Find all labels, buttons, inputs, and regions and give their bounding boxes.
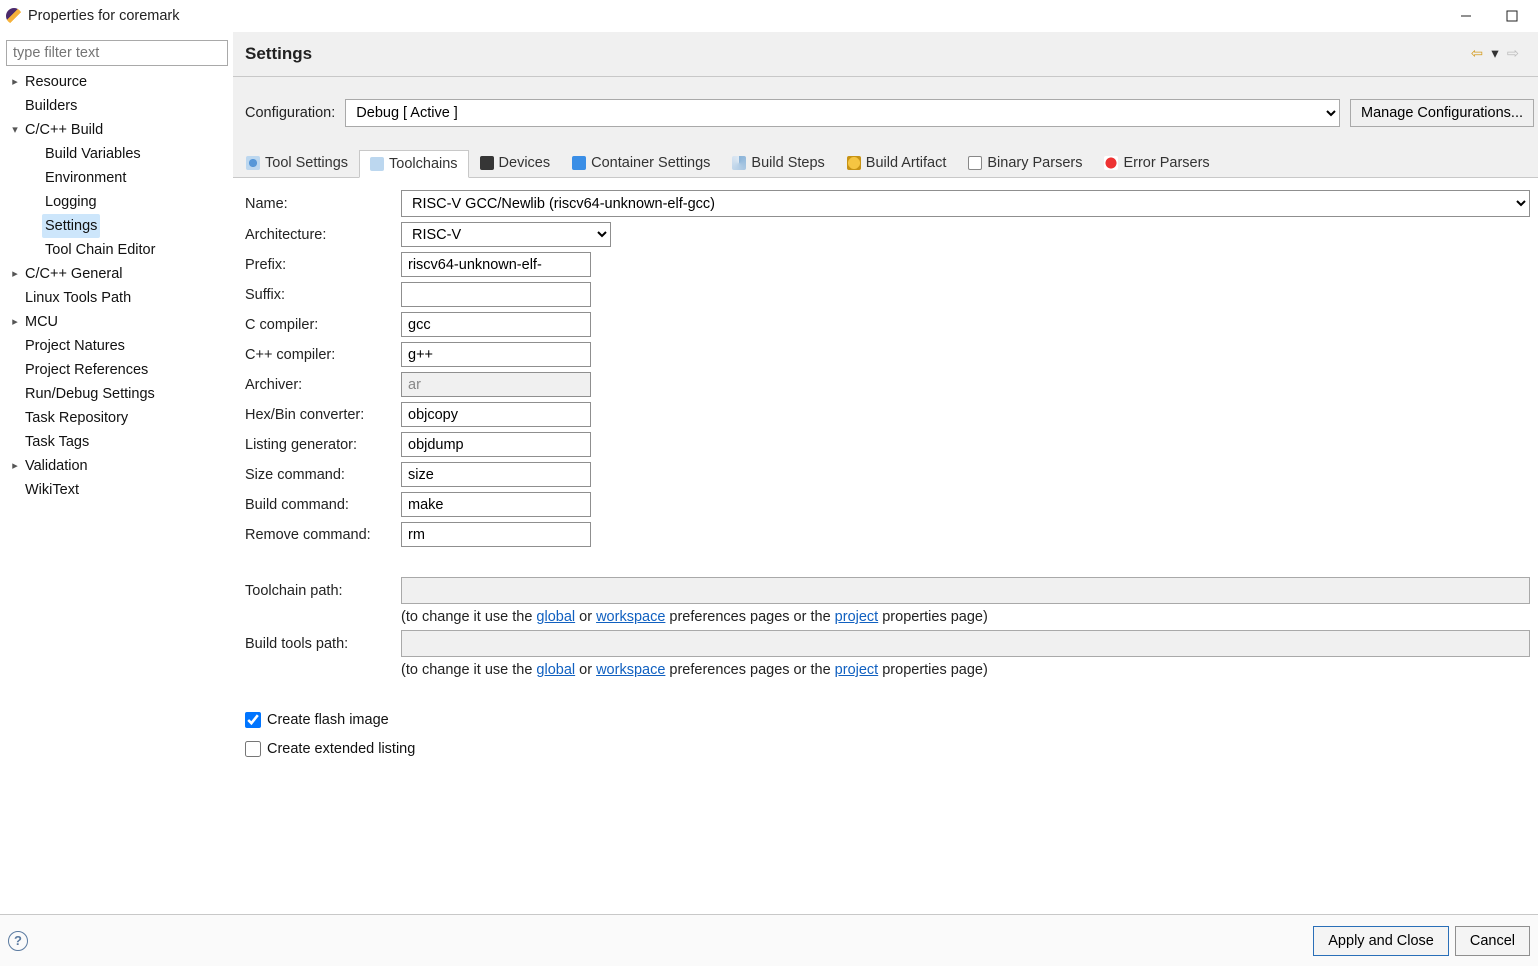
tree-item-validation[interactable]: ▸Validation [4, 454, 229, 478]
configuration-label: Configuration: [245, 105, 335, 121]
tab-binary-parsers[interactable]: Binary Parsers [957, 149, 1093, 177]
main-panel: Settings ⇦ ▾ ⇨ Configuration: Debug [ Ac… [233, 32, 1538, 914]
archiver-label: Archiver: [245, 377, 397, 393]
tree-item-environment[interactable]: Environment [24, 166, 229, 190]
suffix-input[interactable] [401, 282, 591, 307]
toolchain-path-hint: (to change it use the global or workspac… [401, 609, 1530, 625]
hexbin-label: Hex/Bin converter: [245, 407, 397, 423]
size-input[interactable] [401, 462, 591, 487]
listing-label: Listing generator: [245, 437, 397, 453]
window-controls [1456, 6, 1532, 26]
c-compiler-label: C compiler: [245, 317, 397, 333]
help-icon[interactable]: ? [8, 931, 28, 951]
tree-item-build-variables[interactable]: Build Variables [24, 142, 229, 166]
remove-cmd-input[interactable] [401, 522, 591, 547]
tree-item-project-natures[interactable]: Project Natures [4, 334, 229, 358]
tree-item-task-repository[interactable]: Task Repository [4, 406, 229, 430]
tree-item-ccgeneral[interactable]: ▸C/C++ General [4, 262, 229, 286]
binary-parsers-icon [968, 156, 982, 170]
forward-icon[interactable]: ⇨ [1506, 47, 1520, 61]
toolchain-path-input [401, 577, 1530, 604]
listing-input[interactable] [401, 432, 591, 457]
toolchains-icon [370, 157, 384, 171]
build-tools-path-label: Build tools path: [245, 636, 397, 652]
build-steps-icon [732, 156, 746, 170]
build-artifact-icon [847, 156, 861, 170]
link-workspace[interactable]: workspace [596, 609, 665, 625]
tab-error-parsers[interactable]: Error Parsers [1093, 149, 1220, 177]
container-icon [572, 156, 586, 170]
eclipse-icon [6, 8, 22, 24]
tab-toolchains[interactable]: Toolchains [359, 150, 469, 178]
tab-bar: Tool Settings Toolchains Devices Contain… [233, 149, 1538, 177]
footer: ? Apply and Close Cancel [0, 914, 1538, 966]
size-label: Size command: [245, 467, 397, 483]
main-header: Settings ⇦ ▾ ⇨ [233, 32, 1538, 77]
tree-item-logging[interactable]: Logging [24, 190, 229, 214]
suffix-label: Suffix: [245, 287, 397, 303]
tab-devices[interactable]: Devices [469, 149, 562, 177]
manage-configurations-button[interactable]: Manage Configurations... [1350, 99, 1534, 127]
title-bar: Properties for coremark [0, 0, 1538, 32]
architecture-label: Architecture: [245, 227, 397, 243]
create-extended-listing-row[interactable]: Create extended listing [245, 737, 1530, 761]
tree-item-wikitext[interactable]: WikiText [4, 478, 229, 502]
tab-build-artifact[interactable]: Build Artifact [836, 149, 958, 177]
build-tools-path-input [401, 630, 1530, 657]
link-global[interactable]: global [536, 609, 575, 625]
dropdown-icon[interactable]: ▾ [1488, 47, 1502, 61]
tree-item-settings[interactable]: Settings [24, 214, 229, 238]
cpp-compiler-input[interactable] [401, 342, 591, 367]
prefix-input[interactable] [401, 252, 591, 277]
link-workspace-2[interactable]: workspace [596, 662, 665, 678]
c-compiler-input[interactable] [401, 312, 591, 337]
architecture-select[interactable]: RISC-V [401, 222, 611, 247]
create-flash-image-row[interactable]: Create flash image [245, 708, 1530, 732]
tree-item-tool-chain-editor[interactable]: Tool Chain Editor [24, 238, 229, 262]
cancel-button[interactable]: Cancel [1455, 926, 1530, 956]
window-title: Properties for coremark [28, 8, 1456, 24]
filter-input[interactable] [6, 40, 228, 66]
configuration-select[interactable]: Debug [ Active ] [345, 99, 1340, 127]
build-cmd-input[interactable] [401, 492, 591, 517]
configuration-bar: Configuration: Debug [ Active ] Manage C… [233, 77, 1538, 149]
tool-settings-icon [246, 156, 260, 170]
tab-container-settings[interactable]: Container Settings [561, 149, 721, 177]
cpp-compiler-label: C++ compiler: [245, 347, 397, 363]
tree-item-ccbuild[interactable]: ▾C/C++ Build [4, 118, 229, 142]
tree-item-linux-tools-path[interactable]: Linux Tools Path [4, 286, 229, 310]
archiver-input [401, 372, 591, 397]
devices-icon [480, 156, 494, 170]
page-title: Settings [245, 44, 1470, 64]
build-tools-path-hint: (to change it use the global or workspac… [401, 662, 1530, 678]
tab-tool-settings[interactable]: Tool Settings [235, 149, 359, 177]
prefix-label: Prefix: [245, 257, 397, 273]
tree-item-resource[interactable]: ▸Resource [4, 70, 229, 94]
tree-item-mcu[interactable]: ▸MCU [4, 310, 229, 334]
maximize-button[interactable] [1502, 6, 1522, 26]
properties-tree: ▸Resource Builders ▾C/C++ Build Build Va… [4, 70, 229, 502]
tree-item-builders[interactable]: Builders [4, 94, 229, 118]
hexbin-input[interactable] [401, 402, 591, 427]
tab-body: Name: RISC-V GCC/Newlib (riscv64-unknown… [233, 177, 1538, 914]
tree-item-task-tags[interactable]: Task Tags [4, 430, 229, 454]
create-flash-image-checkbox[interactable] [245, 712, 261, 728]
build-cmd-label: Build command: [245, 497, 397, 513]
apply-and-close-button[interactable]: Apply and Close [1313, 926, 1449, 956]
tree-item-run-debug-settings[interactable]: Run/Debug Settings [4, 382, 229, 406]
error-parsers-icon [1104, 156, 1118, 170]
back-icon[interactable]: ⇦ [1470, 47, 1484, 61]
name-label: Name: [245, 196, 397, 212]
link-project-2[interactable]: project [835, 662, 879, 678]
tab-build-steps[interactable]: Build Steps [721, 149, 835, 177]
minimize-button[interactable] [1456, 6, 1476, 26]
remove-cmd-label: Remove command: [245, 527, 397, 543]
name-select[interactable]: RISC-V GCC/Newlib (riscv64-unknown-elf-g… [401, 190, 1530, 217]
tree-item-project-references[interactable]: Project References [4, 358, 229, 382]
sidebar: ▸Resource Builders ▾C/C++ Build Build Va… [0, 32, 233, 914]
link-project[interactable]: project [835, 609, 879, 625]
link-global-2[interactable]: global [536, 662, 575, 678]
toolchain-path-label: Toolchain path: [245, 583, 397, 599]
create-extended-listing-checkbox[interactable] [245, 741, 261, 757]
